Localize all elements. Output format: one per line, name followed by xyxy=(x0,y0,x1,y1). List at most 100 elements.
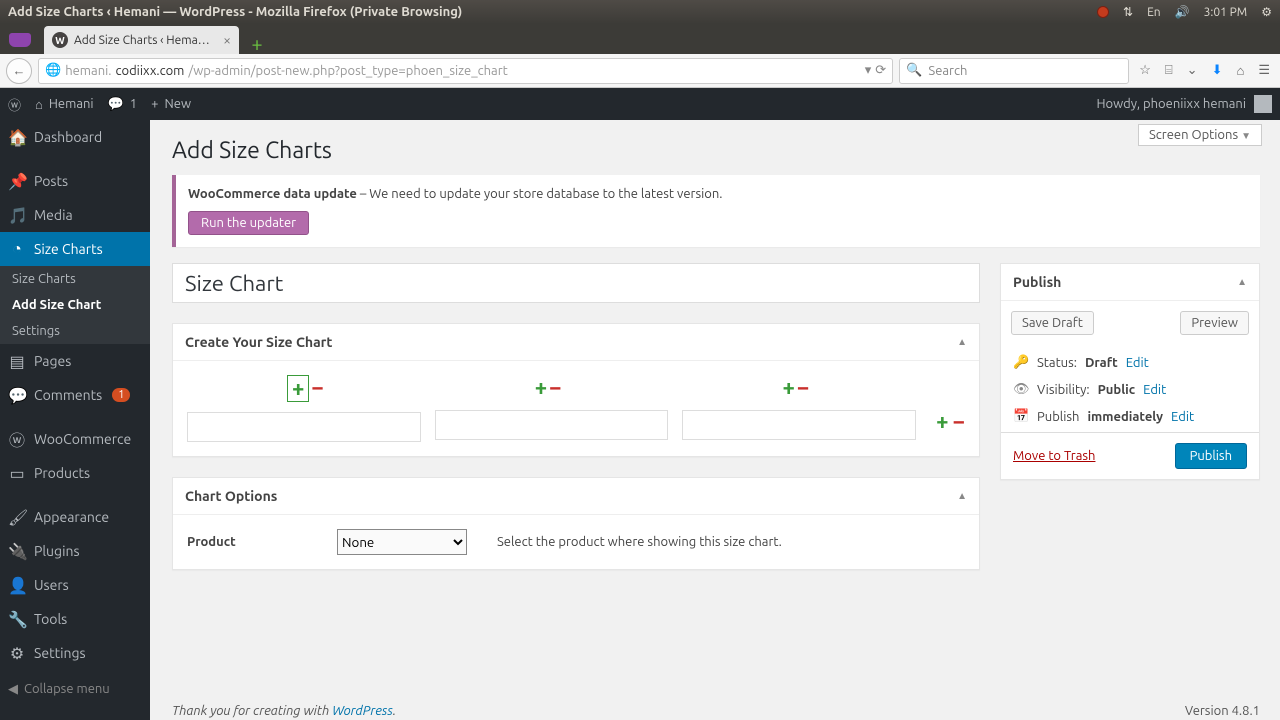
url-host: codiixx.com xyxy=(115,64,184,78)
plug-icon: 🔌 xyxy=(8,542,26,561)
sidebar-item-pages[interactable]: ▤Pages xyxy=(0,344,150,378)
admin-sidebar: 🏠Dashboard 📌Posts 🎵Media ◔Size Charts Si… xyxy=(0,120,150,720)
remove-column-button[interactable]: − xyxy=(311,375,323,402)
add-column-button[interactable]: + xyxy=(535,375,547,400)
preview-button[interactable]: Preview xyxy=(1180,311,1249,335)
collapse-icon[interactable]: ▲ xyxy=(1237,276,1247,288)
edit-status-link[interactable]: Edit xyxy=(1126,356,1149,370)
collapse-icon[interactable]: ▲ xyxy=(957,490,967,502)
remove-column-button[interactable]: − xyxy=(549,375,561,400)
brush-icon: 🖌 xyxy=(8,508,26,527)
visibility-label: Visibility: xyxy=(1037,383,1090,397)
howdy-text[interactable]: Howdy, phoeniixx hemani xyxy=(1096,97,1246,111)
post-title-input[interactable] xyxy=(172,263,980,303)
wordpress-link[interactable]: WordPress xyxy=(332,704,393,718)
downloads-icon[interactable]: ⬇ xyxy=(1212,63,1223,78)
private-browsing-icon xyxy=(0,26,40,54)
add-column-button[interactable]: + xyxy=(782,375,794,400)
browser-toolbar: ← 🌐 hemani.codiixx.com/wp-admin/post-new… xyxy=(0,54,1280,88)
home-icon: ⌂ xyxy=(35,97,43,112)
remove-row-button[interactable]: − xyxy=(953,409,965,434)
publish-button[interactable]: Publish xyxy=(1175,443,1247,469)
comments-link[interactable]: 💬1 xyxy=(108,97,138,112)
run-updater-button[interactable]: Run the updater xyxy=(188,211,309,235)
sidebar-item-woocommerce[interactable]: ⓦWooCommerce xyxy=(0,422,150,456)
edit-date-link[interactable]: Edit xyxy=(1171,410,1194,424)
collapse-icon[interactable]: ▲ xyxy=(957,336,967,348)
move-to-trash-link[interactable]: Move to Trash xyxy=(1013,449,1095,463)
globe-icon: 🌐 xyxy=(45,63,61,78)
library-icon[interactable]: ⌸ xyxy=(1165,63,1173,78)
sidebar-item-products[interactable]: ▭Products xyxy=(0,456,150,490)
submenu-sizecharts[interactable]: Size Charts xyxy=(0,266,150,292)
wp-logo-icon[interactable]: ⓦ xyxy=(8,95,21,114)
sidebar-item-settings[interactable]: ⚙Settings xyxy=(0,636,150,670)
sidebar-item-tools[interactable]: 🔧Tools xyxy=(0,602,150,636)
sidebar-item-appearance[interactable]: 🖌Appearance xyxy=(0,500,150,534)
sidebar-item-dashboard[interactable]: 🏠Dashboard xyxy=(0,120,150,154)
user-icon: 👤 xyxy=(8,576,26,595)
chart-cell-input[interactable] xyxy=(435,410,669,440)
menu-icon[interactable]: ☰ xyxy=(1258,63,1270,78)
url-input[interactable]: 🌐 hemani.codiixx.com/wp-admin/post-new.p… xyxy=(38,58,893,84)
submenu-settings[interactable]: Settings xyxy=(0,318,150,344)
record-icon xyxy=(1097,6,1109,18)
sidebar-item-users[interactable]: 👤Users xyxy=(0,568,150,602)
chart-cell-input[interactable] xyxy=(682,410,916,440)
home-icon[interactable]: ⌂ xyxy=(1236,63,1244,78)
add-column-button[interactable]: + xyxy=(287,375,309,402)
pin-icon: 📌 xyxy=(8,172,26,191)
close-tab-icon[interactable]: × xyxy=(223,32,231,48)
reload-icon[interactable]: ⟳ xyxy=(875,63,886,78)
site-link[interactable]: ⌂Hemani xyxy=(35,97,94,112)
product-icon: ▭ xyxy=(8,464,26,483)
add-row-button[interactable]: + xyxy=(936,409,948,434)
screen-options-toggle[interactable]: Screen Options ▼ xyxy=(1138,124,1262,146)
box-title: Chart Options xyxy=(185,488,277,504)
chart-cell-input[interactable] xyxy=(187,412,421,442)
url-prefix: hemani. xyxy=(65,64,111,78)
sidebar-item-comments[interactable]: 💬Comments1 xyxy=(0,378,150,412)
collapse-icon: ◀ xyxy=(8,682,18,697)
chart-icon: ◔ xyxy=(8,240,26,259)
tab-title: Add Size Charts ‹ Hema… xyxy=(74,34,217,47)
bookmark-star-icon[interactable]: ☆ xyxy=(1139,63,1151,78)
submenu-add-sizechart[interactable]: Add Size Chart xyxy=(0,292,150,318)
wp-admin-bar: ⓦ ⌂Hemani 💬1 +New Howdy, phoeniixx heman… xyxy=(0,88,1280,120)
chart-options-box: Chart Options ▲ Product None Select the p… xyxy=(172,477,980,570)
new-link[interactable]: +New xyxy=(151,97,191,111)
new-tab-button[interactable]: + xyxy=(245,32,269,54)
page-title: Add Size Charts xyxy=(150,120,1280,175)
back-button[interactable]: ← xyxy=(6,58,32,84)
comments-badge: 1 xyxy=(112,388,130,402)
sidebar-item-plugins[interactable]: 🔌Plugins xyxy=(0,534,150,568)
clock: 3:01 PM xyxy=(1204,6,1248,19)
page-icon: ▤ xyxy=(8,352,26,371)
network-icon: ⇅ xyxy=(1123,5,1133,19)
collapse-menu[interactable]: ◀Collapse menu xyxy=(0,674,150,705)
power-icon: ⚙ xyxy=(1261,5,1272,19)
sidebar-item-media[interactable]: 🎵Media xyxy=(0,198,150,232)
box-title: Publish xyxy=(1013,274,1061,290)
status-label: Status: xyxy=(1037,356,1077,370)
sidebar-item-posts[interactable]: 📌Posts xyxy=(0,164,150,198)
product-select[interactable]: None xyxy=(337,529,467,555)
calendar-icon: 📅 xyxy=(1013,409,1029,424)
product-label: Product xyxy=(187,535,307,549)
browser-tab[interactable]: W Add Size Charts ‹ Hema… × xyxy=(44,26,239,54)
sidebar-item-sizecharts[interactable]: ◔Size Charts xyxy=(0,232,150,266)
pocket-icon[interactable]: ⌄ xyxy=(1187,63,1198,78)
avatar[interactable] xyxy=(1254,95,1272,113)
edit-visibility-link[interactable]: Edit xyxy=(1143,383,1166,397)
media-icon: 🎵 xyxy=(8,206,26,225)
wp-footer: Thank you for creating with WordPress. V… xyxy=(172,704,1260,718)
search-input[interactable]: 🔍 Search xyxy=(899,58,1129,84)
product-hint: Select the product where showing this si… xyxy=(497,535,782,549)
eye-icon: 👁 xyxy=(1013,382,1029,397)
remove-column-button[interactable]: − xyxy=(797,375,809,400)
search-placeholder: Search xyxy=(928,64,967,78)
save-draft-button[interactable]: Save Draft xyxy=(1011,311,1094,335)
dropdown-icon[interactable]: ▾ xyxy=(865,63,872,78)
plus-icon: + xyxy=(151,97,158,111)
footer-thanks: Thank you for creating with xyxy=(172,704,332,718)
